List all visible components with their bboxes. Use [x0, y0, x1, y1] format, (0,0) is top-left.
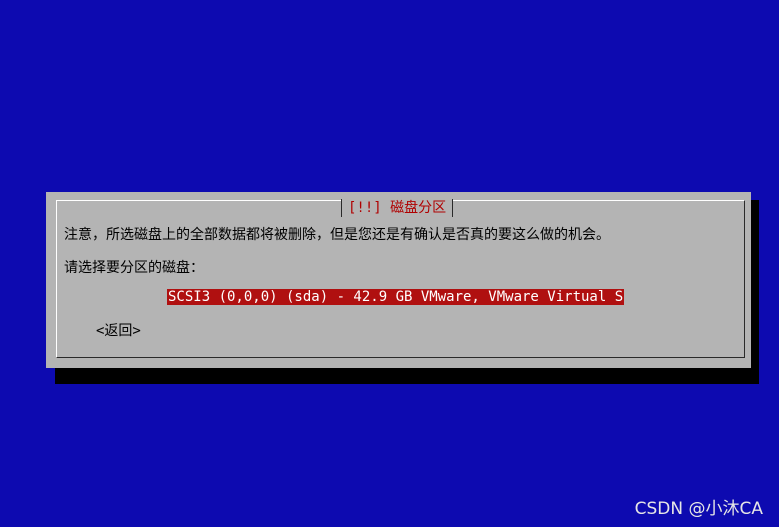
partition-dialog: [!!] 磁盘分区 注意，所选磁盘上的全部数据都将被删除，但是您还是有确认是否真… — [46, 192, 751, 368]
disk-option-sda[interactable]: SCSI3 (0,0,0) (sda) - 42.9 GB VMware, VM… — [167, 289, 625, 305]
back-button[interactable]: <返回> — [96, 320, 141, 340]
warning-text: 注意，所选磁盘上的全部数据都将被删除，但是您还是有确认是否真的要这么做的机会。 — [64, 227, 610, 243]
watermark-text: CSDN @小沐CA — [634, 499, 763, 519]
select-disk-prompt: 请选择要分区的磁盘： — [64, 260, 204, 276]
dialog-title: [!!] 磁盘分区 — [341, 199, 454, 217]
